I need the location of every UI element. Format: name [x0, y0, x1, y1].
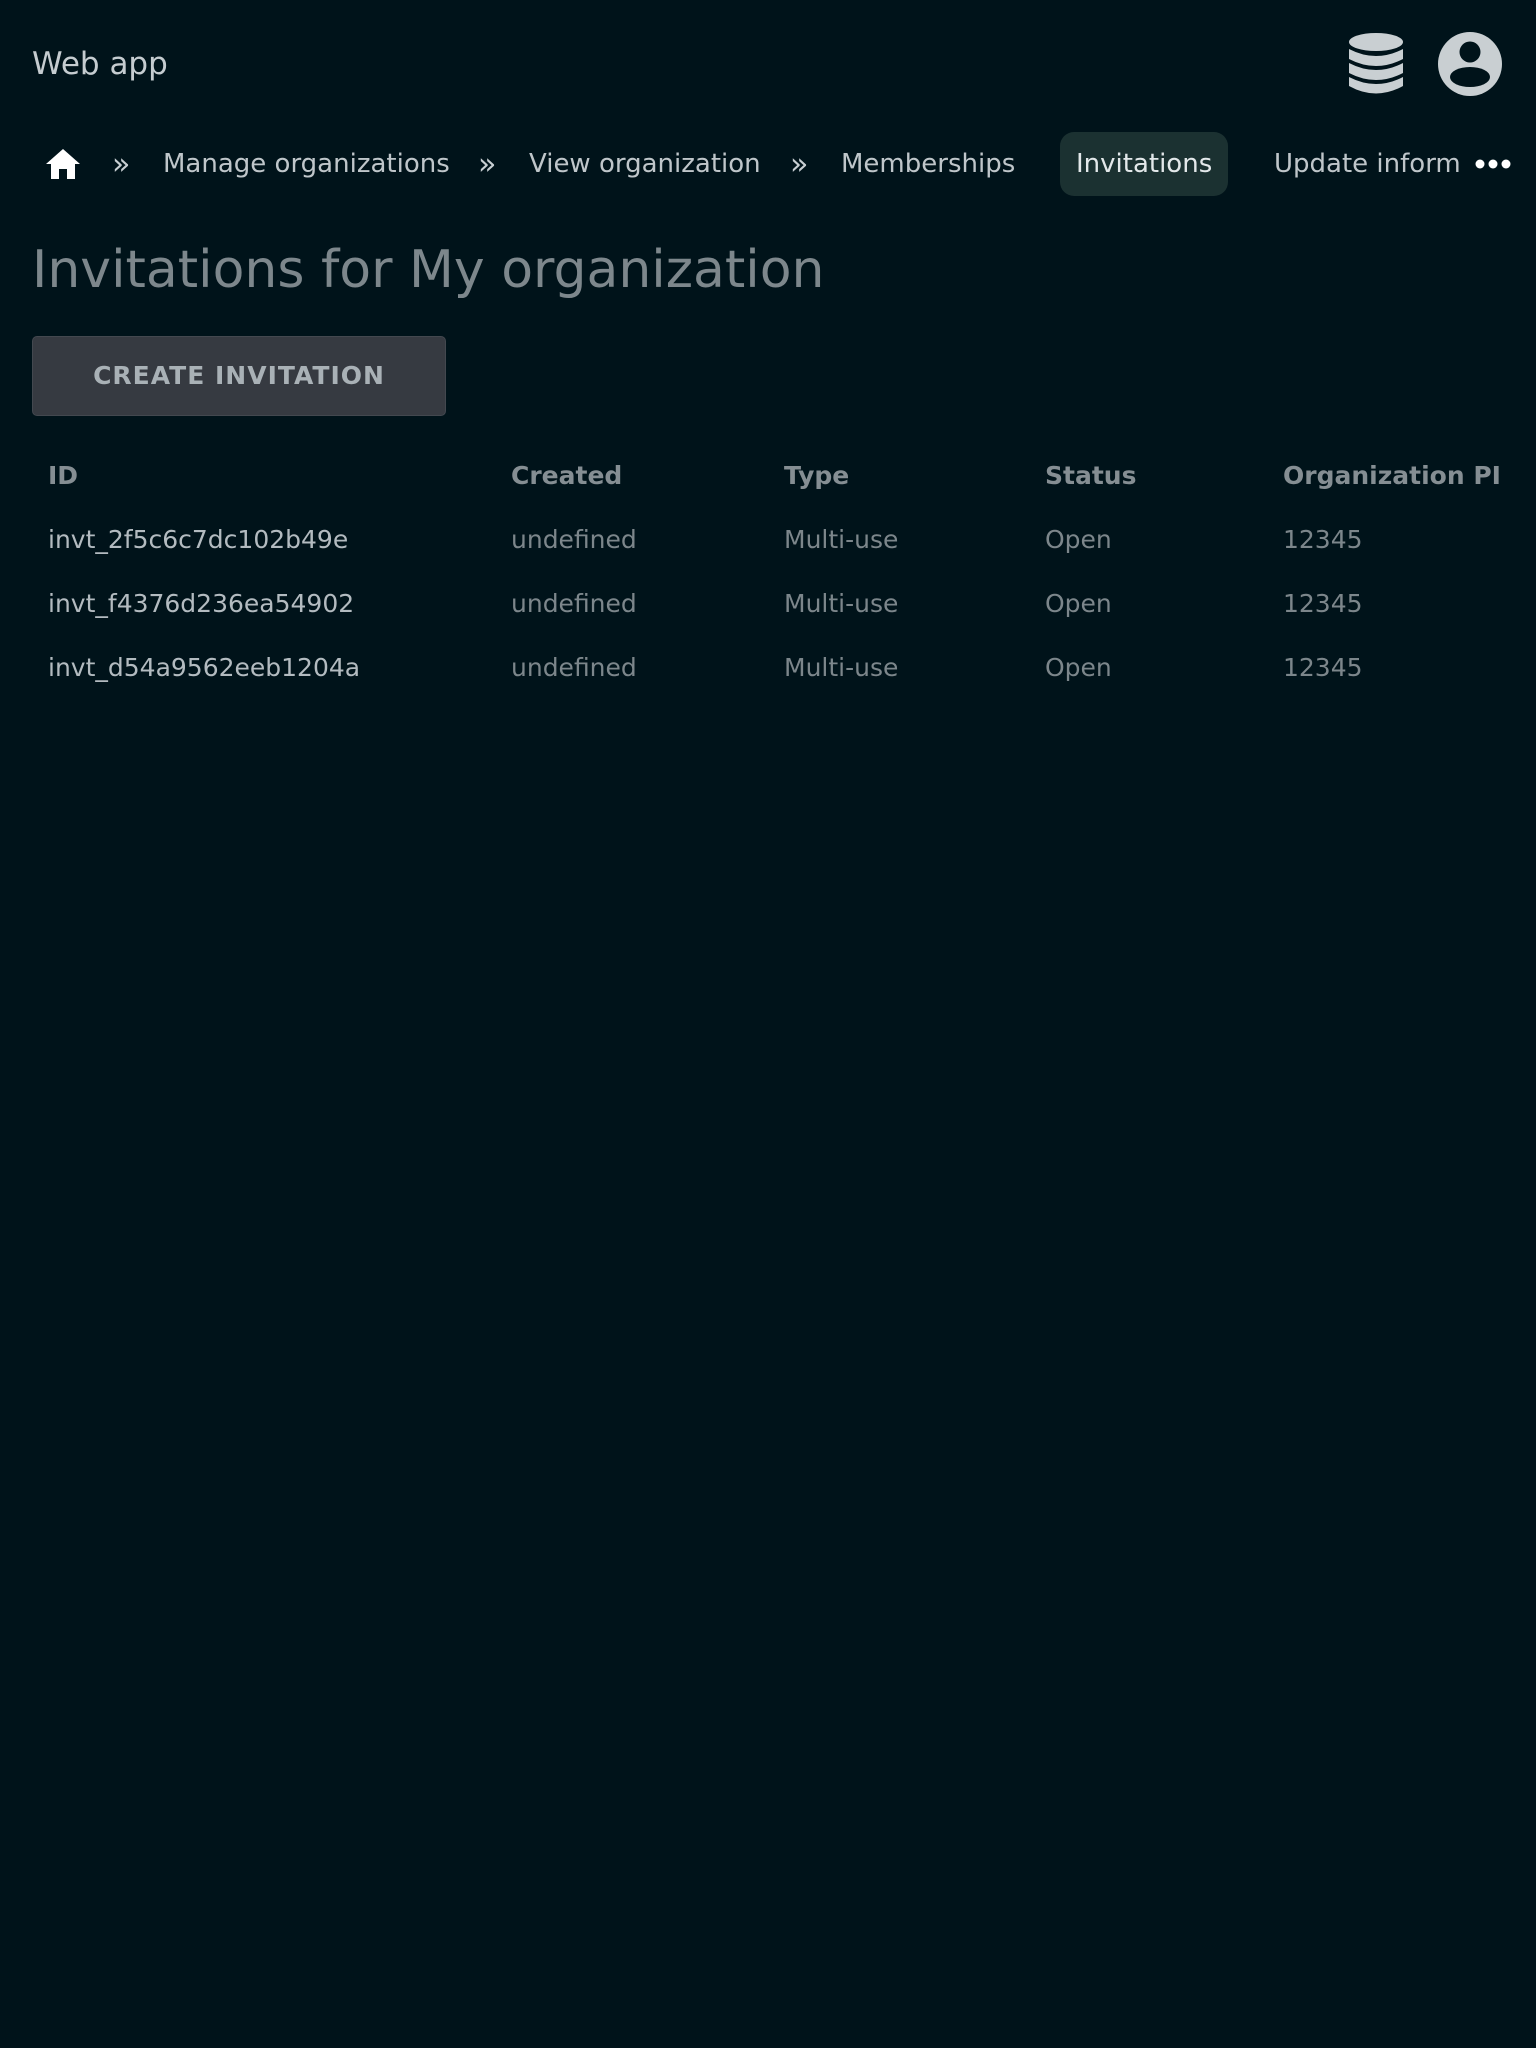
cell-status: Open	[1045, 589, 1112, 618]
column-header-organization[interactable]: Organization PI	[1283, 444, 1536, 508]
cell-organization: 12345	[1283, 653, 1363, 682]
table-row[interactable]: invt_f4376d236ea54902 undefined Multi-us…	[0, 572, 1536, 636]
cell-type: Multi-use	[784, 589, 899, 618]
database-icon[interactable]	[1342, 30, 1410, 98]
home-icon[interactable]	[44, 146, 82, 182]
cell-status: Open	[1045, 525, 1112, 554]
app-header: Web app	[0, 0, 1536, 128]
cell-type: Multi-use	[784, 653, 899, 682]
column-header-created[interactable]: Created	[511, 444, 761, 508]
cell-organization: 12345	[1283, 525, 1363, 554]
column-header-status[interactable]: Status	[1045, 444, 1265, 508]
account-circle-icon[interactable]	[1436, 30, 1504, 98]
breadcrumb: » Manage organizations » View organizati…	[0, 132, 1536, 196]
breadcrumb-update-information[interactable]: Update inform	[1274, 132, 1460, 196]
table-row[interactable]: invt_d54a9562eeb1204a undefined Multi-us…	[0, 636, 1536, 700]
cell-created: undefined	[511, 653, 637, 682]
breadcrumb-view-organization[interactable]: View organization	[529, 132, 761, 196]
breadcrumb-memberships[interactable]: Memberships	[841, 132, 1015, 196]
cell-created: undefined	[511, 589, 637, 618]
more-horizontal-icon[interactable]	[1474, 154, 1512, 174]
breadcrumb-separator: »	[478, 147, 497, 182]
cell-id: invt_d54a9562eeb1204a	[48, 653, 361, 682]
cell-id: invt_2f5c6c7dc102b49e	[48, 525, 349, 554]
breadcrumb-separator: »	[112, 147, 131, 182]
app-title: Web app	[32, 46, 168, 82]
cell-status: Open	[1045, 653, 1112, 682]
breadcrumb-invitations[interactable]: Invitations	[1060, 132, 1229, 196]
column-header-id[interactable]: ID	[48, 444, 488, 508]
cell-created: undefined	[511, 525, 637, 554]
cell-organization: 12345	[1283, 589, 1363, 618]
cell-id: invt_f4376d236ea54902	[48, 589, 355, 618]
page-title: Invitations for My organization	[32, 240, 825, 300]
breadcrumb-manage-organizations[interactable]: Manage organizations	[163, 132, 450, 196]
cell-type: Multi-use	[784, 525, 899, 554]
table-header-row: ID Created Type Status Organization PI	[0, 444, 1536, 508]
create-invitation-button[interactable]: CREATE INVITATION	[32, 336, 446, 416]
invitations-table: ID Created Type Status Organization PI i…	[0, 444, 1536, 700]
column-header-type[interactable]: Type	[784, 444, 1024, 508]
table-row[interactable]: invt_2f5c6c7dc102b49e undefined Multi-us…	[0, 508, 1536, 572]
breadcrumb-separator: »	[790, 147, 809, 182]
